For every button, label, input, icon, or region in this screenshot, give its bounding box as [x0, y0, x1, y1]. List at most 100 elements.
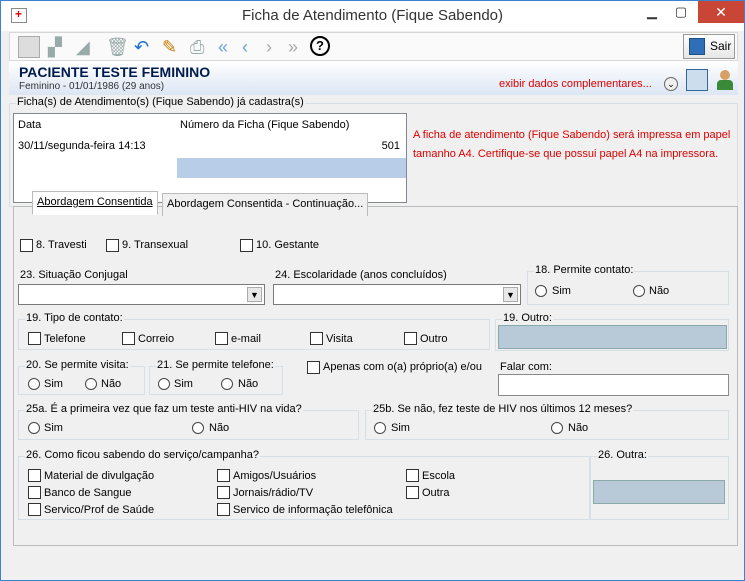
- correio-checkbox[interactable]: [122, 332, 135, 345]
- health-service-checkbox[interactable]: [28, 503, 41, 516]
- talk-to-label: Falar com:: [500, 361, 552, 373]
- schooling-select[interactable]: ▼: [273, 284, 521, 305]
- first-test-no-radio[interactable]: [192, 422, 204, 434]
- trash-icon[interactable]: 🗑: [106, 36, 129, 58]
- allow-visit-no-radio[interactable]: [85, 378, 97, 390]
- last-12-months-legend: 25b. Se não, fez teste de HIV nos último…: [372, 403, 634, 415]
- help-icon[interactable]: ?: [310, 36, 330, 56]
- last-icon[interactable]: »: [288, 36, 298, 58]
- correio-label: Correio: [138, 333, 175, 345]
- last-12-months-yes-radio[interactable]: [374, 422, 386, 434]
- expand-icon[interactable]: ⌄: [664, 77, 678, 91]
- allow-contact-yes-label: Sim: [552, 285, 571, 297]
- edit-icon[interactable]: ✎: [162, 36, 177, 58]
- friends-label: Amigos/Usuários: [233, 470, 317, 482]
- door-icon: [689, 38, 705, 55]
- gestante-checkbox[interactable]: [240, 239, 253, 252]
- print-warning: A ficha de atendimento (Fique Sabendo) s…: [413, 129, 731, 160]
- material-checkbox[interactable]: [28, 469, 41, 482]
- undo-icon[interactable]: ↶: [134, 36, 149, 58]
- eraser-icon[interactable]: ◢: [76, 36, 90, 58]
- exit-button[interactable]: Sair: [683, 34, 735, 59]
- close-button[interactable]: ✕: [698, 1, 744, 23]
- last-12-months-yes-label: Sim: [391, 422, 410, 434]
- talk-to-input[interactable]: [498, 374, 729, 396]
- first-test-legend: 25a. É a primeira vez que faz um teste a…: [25, 403, 303, 415]
- schooling-label: 24. Escolaridade (anos concluídos): [275, 269, 447, 281]
- patient-header: PACIENTE TESTE FEMININO Feminino - 01/01…: [9, 61, 738, 95]
- email-checkbox[interactable]: [215, 332, 228, 345]
- row-number-cell: [177, 158, 406, 178]
- school-label: Escola: [422, 470, 456, 482]
- col-number: Número da Ficha (Fique Sabendo): [180, 119, 350, 131]
- first-icon[interactable]: «: [218, 36, 228, 58]
- last-12-months-no-radio[interactable]: [551, 422, 563, 434]
- travesti-checkbox[interactable]: [20, 239, 33, 252]
- allow-contact-no-radio[interactable]: [633, 285, 645, 297]
- tab-continuacao[interactable]: Abordagem Consentida - Continuação...: [162, 193, 369, 216]
- chevron-down-icon: ▼: [247, 287, 262, 302]
- last-12-months-group: 25b. Se não, fez teste de HIV nos último…: [365, 403, 729, 440]
- marital-status-select[interactable]: ▼: [18, 284, 265, 305]
- telefone-label: Telefone: [44, 333, 86, 345]
- next-icon[interactable]: ›: [266, 36, 272, 58]
- contact-type-legend: 19. Tipo de contato:: [25, 312, 124, 324]
- patient-name: PACIENTE TESTE FEMININO: [19, 64, 211, 80]
- transexual-checkbox[interactable]: [106, 239, 119, 252]
- marital-status-label: 23. Situação Conjugal: [20, 269, 128, 281]
- how-heard-legend: 26. Como ficou sabendo do serviço/campan…: [25, 449, 260, 461]
- phone-info-label: Servico de informação telefônica: [233, 504, 393, 516]
- friends-checkbox[interactable]: [217, 469, 230, 482]
- patient-info: Feminino - 01/01/1986 (29 anos): [19, 81, 165, 92]
- allow-contact-yes-radio[interactable]: [535, 285, 547, 297]
- outro-label: Outro: [420, 333, 448, 345]
- last-12-months-no-label: Não: [568, 422, 589, 434]
- telefone-checkbox[interactable]: [28, 332, 41, 345]
- row-number: 501: [381, 140, 400, 152]
- title-bar: Ficha de Atendimento (Fique Sabendo) ▁ ▢…: [1, 1, 744, 31]
- row-date: 30/11/segunda-feira 14:13: [18, 140, 146, 152]
- allow-phone-no-radio[interactable]: [221, 378, 233, 390]
- allow-visit-yes-label: Sim: [44, 378, 63, 390]
- allow-contact-no-label: Não: [649, 285, 670, 297]
- maximize-button[interactable]: ▢: [663, 1, 699, 23]
- visita-label: Visita: [326, 333, 353, 345]
- chevron-down-icon: ▼: [503, 287, 518, 302]
- user-settings-icon[interactable]: [686, 69, 708, 91]
- allow-contact-legend: 18. Permite contato:: [534, 264, 635, 276]
- tab-abordagem[interactable]: Abordagem Consentida: [32, 191, 158, 215]
- school-checkbox[interactable]: [406, 469, 419, 482]
- prev-icon[interactable]: ‹: [242, 36, 248, 58]
- transexual-label: 9. Transexual: [122, 239, 189, 251]
- allow-phone-no-label: Não: [238, 378, 259, 390]
- complementary-data-link[interactable]: exibir dados complementares...: [499, 78, 652, 90]
- media-checkbox[interactable]: [217, 486, 230, 499]
- email-label: e-mail: [231, 333, 261, 345]
- user-card-icon[interactable]: [714, 69, 736, 91]
- first-test-no-label: Não: [209, 422, 230, 434]
- phone-info-checkbox[interactable]: [217, 503, 230, 516]
- table-row[interactable]: 30/11/segunda-feira 14:13 501: [14, 136, 406, 178]
- binoculars-icon[interactable]: ▞: [48, 36, 62, 58]
- visita-checkbox[interactable]: [310, 332, 323, 345]
- health-service-label: Servico/Prof de Saúde: [44, 504, 155, 516]
- other-source-checkbox[interactable]: [406, 486, 419, 499]
- only-self-checkbox[interactable]: [307, 361, 320, 374]
- media-label: Jornais/rádio/TV: [233, 487, 314, 499]
- allow-visit-yes-radio[interactable]: [28, 378, 40, 390]
- gestante-label: 10. Gestante: [256, 239, 319, 251]
- other-contact-field[interactable]: [498, 325, 727, 349]
- allow-phone-yes-radio[interactable]: [158, 378, 170, 390]
- blood-bank-checkbox[interactable]: [28, 486, 41, 499]
- allow-visit-legend: 20. Se permite visita:: [25, 359, 130, 371]
- exit-label: Sair: [710, 39, 732, 53]
- new-icon[interactable]: [18, 36, 40, 58]
- only-self-label: Apenas com o(a) próprio(a) e/ou: [323, 361, 482, 373]
- print-icon[interactable]: ⎙: [190, 36, 204, 58]
- other-source-legend: 26. Outra:: [597, 449, 648, 461]
- material-label: Material de divulgação: [44, 470, 155, 482]
- other-source-field[interactable]: [593, 480, 725, 504]
- first-test-yes-radio[interactable]: [28, 422, 40, 434]
- outro-checkbox[interactable]: [404, 332, 417, 345]
- first-test-group: 25a. É a primeira vez que faz um teste a…: [18, 403, 359, 440]
